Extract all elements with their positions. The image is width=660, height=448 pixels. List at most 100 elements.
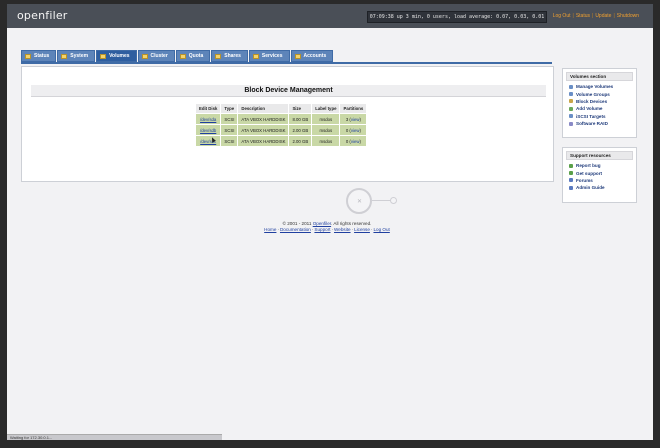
disk-partitions: 3 (view): [340, 114, 367, 124]
copyright-text: © 2001 - 2011: [282, 221, 312, 226]
sidebar-item-software-raid[interactable]: Software RAID: [563, 120, 636, 127]
status-link[interactable]: Status: [576, 13, 590, 19]
sidebar-item-label: Manage Volumes: [576, 84, 614, 90]
tab-status[interactable]: Status: [21, 50, 57, 62]
top-links: Log Out | Status | Update | Shutdown: [552, 13, 639, 19]
footer-website-link[interactable]: Website: [334, 227, 351, 232]
cluster-icon: [141, 53, 148, 59]
disk-description: ATA VBOX HARDDISK: [238, 114, 289, 124]
shares-icon: [215, 53, 222, 59]
sidebar-item-label: Admin Guide: [576, 185, 605, 191]
sidebar-item-label: Get support: [576, 170, 603, 176]
forums-icon: [569, 178, 573, 183]
tab-volumes[interactable]: Volumes: [96, 50, 137, 62]
tab-label: Services: [261, 53, 283, 59]
table-header-row: Edit Disk Type Description Size Label ty…: [196, 104, 367, 113]
sidebar-item-iscsi-targets[interactable]: iSCSI Targets: [563, 113, 636, 120]
tab-label: Status: [34, 53, 50, 59]
column-header: Description: [238, 104, 289, 113]
sidebar-item-forums[interactable]: Forums: [563, 177, 636, 184]
tab-services[interactable]: Services: [248, 50, 290, 62]
edit-disk-link[interactable]: /dev/sda: [196, 114, 221, 124]
tab-shares[interactable]: Shares: [211, 50, 248, 62]
view-partitions-link[interactable]: view: [351, 139, 360, 144]
emblem-connector: [372, 200, 392, 201]
partition-count: 0: [345, 127, 349, 133]
sidebar-item-label: Forums: [576, 177, 593, 183]
main-content: Block Device Management Edit Disk Type D…: [21, 66, 554, 182]
footer: © 2001 - 2011 Openfiler. All rights rese…: [177, 221, 477, 232]
disk-partitions: 0 (view): [340, 136, 367, 146]
sidebar-item-label: Block Devices: [576, 98, 608, 104]
top-bar: openfiler 07:09:38 up 3 min, 0 users, lo…: [7, 4, 653, 28]
footer-home-link[interactable]: Home: [264, 227, 276, 232]
sidebar-item-get-support[interactable]: Get support: [563, 169, 636, 176]
view-partitions-link[interactable]: view: [351, 128, 360, 133]
shutdown-link[interactable]: Shutdown: [617, 13, 639, 19]
sidebar-item-admin-guide[interactable]: Admin Guide: [563, 184, 636, 191]
sidebar-item-label: iSCSI Targets: [576, 113, 606, 119]
volume-groups-icon: [569, 92, 573, 97]
openfiler-logo[interactable]: openfiler: [17, 9, 68, 22]
disk-description: ATA VBOX HARDDISK: [238, 125, 289, 135]
column-header: Label type: [312, 104, 340, 113]
view-partitions-link[interactable]: view: [351, 117, 360, 122]
tab-accounts[interactable]: Accounts: [290, 50, 334, 62]
tab-label: Volumes: [109, 53, 130, 59]
disk-label-type: msdos: [312, 136, 340, 146]
admin-guide-icon: [569, 185, 573, 190]
disk-label-type: msdos: [312, 114, 340, 124]
disk-label-type: msdos: [312, 125, 340, 135]
column-header: Partitions: [340, 104, 367, 113]
disk-description: ATA VBOX HARDDISK: [238, 136, 289, 146]
software-raid-icon: [569, 121, 573, 126]
section-title-bar: Block Device Management: [31, 85, 546, 97]
tab-quota[interactable]: Quota: [175, 50, 211, 62]
add-volume-icon: [569, 106, 573, 111]
volumes-section-panel: Volumes section Manage Volumes Volume Gr…: [562, 68, 637, 138]
tab-label: Quota: [188, 53, 204, 59]
disk-type: SCSI: [221, 114, 238, 124]
footer-links: Home·Documentation·Support·Website·Licen…: [264, 227, 390, 232]
support-resources-title: Support resources: [566, 151, 633, 160]
sidebar-item-block-devices[interactable]: Block Devices: [563, 98, 636, 105]
table-row: /dev/sda SCSI ATA VBOX HARDDISK 8.00 GB …: [196, 114, 367, 124]
block-device-table: Edit Disk Type Description Size Label ty…: [195, 103, 368, 147]
volumes-section-title: Volumes section: [566, 72, 633, 81]
edit-disk-link[interactable]: /dev/sdb: [196, 125, 221, 135]
table-row: /dev/sdb SCSI ATA VBOX HARDDISK 2.00 GB …: [196, 125, 367, 135]
disk-type: SCSI: [221, 136, 238, 146]
report-bug-icon: [569, 163, 573, 168]
get-support-icon: [569, 171, 573, 176]
footer-logout-link[interactable]: Log Out: [373, 227, 389, 232]
main-tabs: Status System Volumes Cluster Quota Shar…: [21, 50, 334, 62]
openfiler-link[interactable]: Openfiler: [313, 221, 331, 226]
table-row: /dev/sdc SCSI ATA VBOX HARDDISK 2.00 GB …: [196, 136, 367, 146]
column-header: Edit Disk: [196, 104, 221, 113]
tab-underline: [21, 62, 552, 64]
disk-size: 8.00 GB: [289, 114, 312, 124]
manage-volumes-icon: [569, 84, 573, 89]
partition-count: 3: [345, 116, 349, 122]
volumes-icon: [100, 53, 107, 59]
disk-size: 2.00 GB: [289, 125, 312, 135]
sidebar-item-add-volume[interactable]: Add Volume: [563, 105, 636, 112]
logout-link[interactable]: Log Out: [553, 13, 571, 19]
footer-support-link[interactable]: Support: [314, 227, 330, 232]
sidebar-item-label: Volume Groups: [576, 91, 610, 97]
emblem-small-circle-icon: [390, 197, 397, 204]
sidebar-item-manage-volumes[interactable]: Manage Volumes: [563, 83, 636, 90]
sidebar-item-label: Report bug: [576, 163, 601, 169]
edit-disk-link[interactable]: /dev/sdc: [196, 136, 221, 146]
iscsi-targets-icon: [569, 114, 573, 119]
sidebar-item-volume-groups[interactable]: Volume Groups: [563, 90, 636, 97]
column-header: Type: [221, 104, 238, 113]
update-link[interactable]: Update: [595, 13, 611, 19]
tab-system[interactable]: System: [57, 50, 96, 62]
tab-cluster[interactable]: Cluster: [137, 50, 175, 62]
footer-license-link[interactable]: License: [354, 227, 370, 232]
footer-documentation-link[interactable]: Documentation: [280, 227, 311, 232]
rights-text: . All rights reserved.: [331, 221, 372, 226]
sidebar-item-report-bug[interactable]: Report bug: [563, 162, 636, 169]
openfiler-emblem-icon: ✕: [346, 188, 372, 214]
